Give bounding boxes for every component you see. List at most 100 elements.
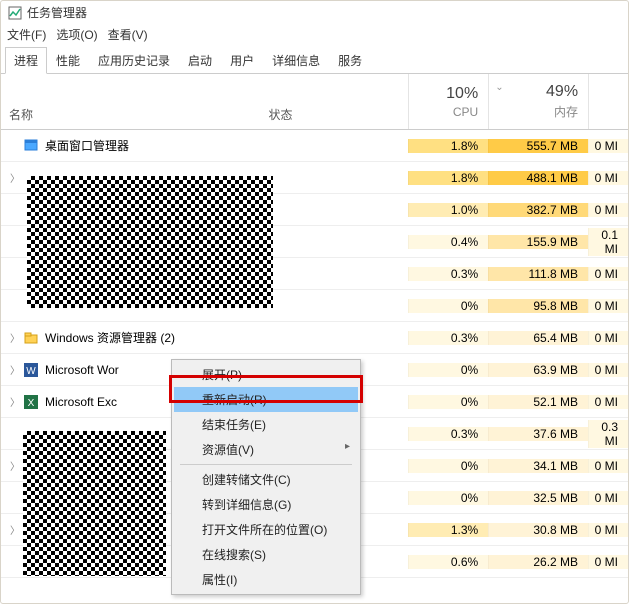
disk-cell: 0 MI bbox=[588, 331, 628, 345]
process-name: Microsoft Wor bbox=[45, 363, 119, 377]
memory-cell: 32.5 MB bbox=[488, 491, 588, 505]
tab-performance[interactable]: 性能 bbox=[47, 47, 89, 74]
disk-cell: 0 MI bbox=[588, 299, 628, 313]
cpu-cell: 0% bbox=[408, 299, 488, 313]
cpu-cell: 0.4% bbox=[408, 235, 488, 249]
disk-cell: 0 MI bbox=[588, 491, 628, 505]
excel-green-icon: X bbox=[23, 394, 39, 410]
memory-cell: 63.9 MB bbox=[488, 363, 588, 377]
cpu-cell: 1.8% bbox=[408, 139, 488, 153]
expand-icon[interactable]: 〉 bbox=[9, 330, 21, 345]
col-state-header[interactable]: 状态 bbox=[261, 74, 409, 129]
window-title: 任务管理器 bbox=[27, 4, 87, 21]
memory-cell: 155.9 MB bbox=[488, 235, 588, 249]
table-row[interactable]: 〉 Windows 资源管理器 (2) 0.3%65.4 MB0 MI bbox=[1, 322, 628, 354]
menu-resource[interactable]: 资源值(V) bbox=[174, 437, 358, 462]
disk-cell: 0.3 MI bbox=[588, 420, 628, 448]
disk-cell: 0.1 MI bbox=[588, 228, 628, 256]
disk-cell: 0 MI bbox=[588, 363, 628, 377]
disk-cell: 0 MI bbox=[588, 267, 628, 281]
tab-history[interactable]: 应用历史记录 bbox=[89, 47, 179, 74]
cpu-cell: 0.3% bbox=[408, 267, 488, 281]
menu-dump[interactable]: 创建转储文件(C) bbox=[174, 467, 358, 492]
col-name-header[interactable]: 名称 bbox=[1, 74, 261, 129]
memory-cell: 95.8 MB bbox=[488, 299, 588, 313]
memory-cell: 34.1 MB bbox=[488, 459, 588, 473]
expand-icon[interactable]: 〉 bbox=[9, 522, 21, 537]
table-row[interactable]: 桌面窗口管理器 1.8%555.7 MB0 MI bbox=[1, 130, 628, 162]
tab-details[interactable]: 详细信息 bbox=[263, 47, 329, 74]
menu-separator bbox=[180, 464, 352, 465]
cpu-percent: 10% bbox=[446, 85, 478, 103]
disk-cell: 0 MI bbox=[588, 523, 628, 537]
mem-label: 内存 bbox=[554, 103, 578, 120]
cpu-cell: 0.6% bbox=[408, 555, 488, 569]
process-name: Microsoft Exc bbox=[45, 395, 117, 409]
disk-cell: 0 MI bbox=[588, 555, 628, 569]
col-mem-header[interactable]: ⌄ 49% 内存 bbox=[488, 74, 588, 129]
cpu-cell: 0% bbox=[408, 491, 488, 505]
folder-yellow-icon bbox=[23, 330, 39, 346]
cpu-cell: 0.3% bbox=[408, 331, 488, 345]
menu-properties[interactable]: 属性(I) bbox=[174, 567, 358, 592]
menu-open-location[interactable]: 打开文件所在的位置(O) bbox=[174, 517, 358, 542]
sort-down-icon: ⌄ bbox=[495, 82, 503, 93]
disk-cell: 0 MI bbox=[588, 171, 628, 185]
column-headers: 名称 状态 10% CPU ⌄ 49% 内存 bbox=[1, 74, 628, 130]
menu-end-task[interactable]: 结束任务(E) bbox=[174, 412, 358, 437]
col-disk-header[interactable] bbox=[588, 74, 628, 129]
process-name: Windows 资源管理器 (2) bbox=[45, 329, 175, 346]
mem-percent: 49% bbox=[546, 83, 578, 101]
cpu-cell: 1.8% bbox=[408, 171, 488, 185]
disk-cell: 0 MI bbox=[588, 395, 628, 409]
tab-services[interactable]: 服务 bbox=[329, 47, 371, 74]
redacted-block bbox=[27, 176, 273, 308]
memory-cell: 37.6 MB bbox=[488, 427, 588, 441]
context-menu: 展开(P) 重新启动(R) 结束任务(E) 资源值(V) 创建转储文件(C) 转… bbox=[171, 359, 361, 595]
menu-expand[interactable]: 展开(P) bbox=[174, 362, 358, 387]
col-cpu-header[interactable]: 10% CPU bbox=[408, 74, 488, 129]
window-blue-icon bbox=[23, 138, 39, 154]
cpu-label: CPU bbox=[453, 105, 478, 119]
disk-cell: 0 MI bbox=[588, 139, 628, 153]
memory-cell: 65.4 MB bbox=[488, 331, 588, 345]
svg-text:W: W bbox=[26, 366, 36, 377]
cpu-cell: 0.3% bbox=[408, 427, 488, 441]
menu-options[interactable]: 选项(O) bbox=[56, 26, 97, 43]
process-name-cell: 桌面窗口管理器 bbox=[1, 137, 261, 154]
process-name-cell: 〉 Windows 资源管理器 (2) bbox=[1, 329, 261, 346]
disk-cell: 0 MI bbox=[588, 203, 628, 217]
tabs: 进程 性能 应用历史记录 启动 用户 详细信息 服务 bbox=[1, 47, 628, 74]
redacted-block bbox=[23, 431, 166, 576]
expand-icon[interactable]: 〉 bbox=[9, 362, 21, 377]
cpu-cell: 1.3% bbox=[408, 523, 488, 537]
menu-goto-details[interactable]: 转到详细信息(G) bbox=[174, 492, 358, 517]
menu-restart[interactable]: 重新启动(R) bbox=[174, 387, 358, 412]
memory-cell: 26.2 MB bbox=[488, 555, 588, 569]
memory-cell: 555.7 MB bbox=[488, 139, 588, 153]
memory-cell: 30.8 MB bbox=[488, 523, 588, 537]
title-bar: 任务管理器 bbox=[1, 1, 628, 24]
process-name: 桌面窗口管理器 bbox=[45, 137, 129, 154]
word-blue-icon: W bbox=[23, 362, 39, 378]
menu-view[interactable]: 查看(V) bbox=[108, 26, 148, 43]
taskmgr-icon bbox=[7, 5, 23, 21]
disk-cell: 0 MI bbox=[588, 459, 628, 473]
cpu-cell: 0% bbox=[408, 459, 488, 473]
memory-cell: 488.1 MB bbox=[488, 171, 588, 185]
menu-file[interactable]: 文件(F) bbox=[7, 26, 46, 43]
tab-users[interactable]: 用户 bbox=[221, 47, 263, 74]
cpu-cell: 1.0% bbox=[408, 203, 488, 217]
expand-icon[interactable]: 〉 bbox=[9, 170, 21, 185]
svg-text:X: X bbox=[28, 398, 35, 409]
expand-icon[interactable]: 〉 bbox=[9, 394, 21, 409]
menu-search-online[interactable]: 在线搜索(S) bbox=[174, 542, 358, 567]
memory-cell: 382.7 MB bbox=[488, 203, 588, 217]
tab-startup[interactable]: 启动 bbox=[179, 47, 221, 74]
tab-processes[interactable]: 进程 bbox=[5, 47, 47, 74]
cpu-cell: 0% bbox=[408, 395, 488, 409]
menu-bar: 文件(F) 选项(O) 查看(V) bbox=[1, 24, 628, 47]
memory-cell: 111.8 MB bbox=[488, 267, 588, 281]
cpu-cell: 0% bbox=[408, 363, 488, 377]
expand-icon[interactable]: 〉 bbox=[9, 458, 21, 473]
